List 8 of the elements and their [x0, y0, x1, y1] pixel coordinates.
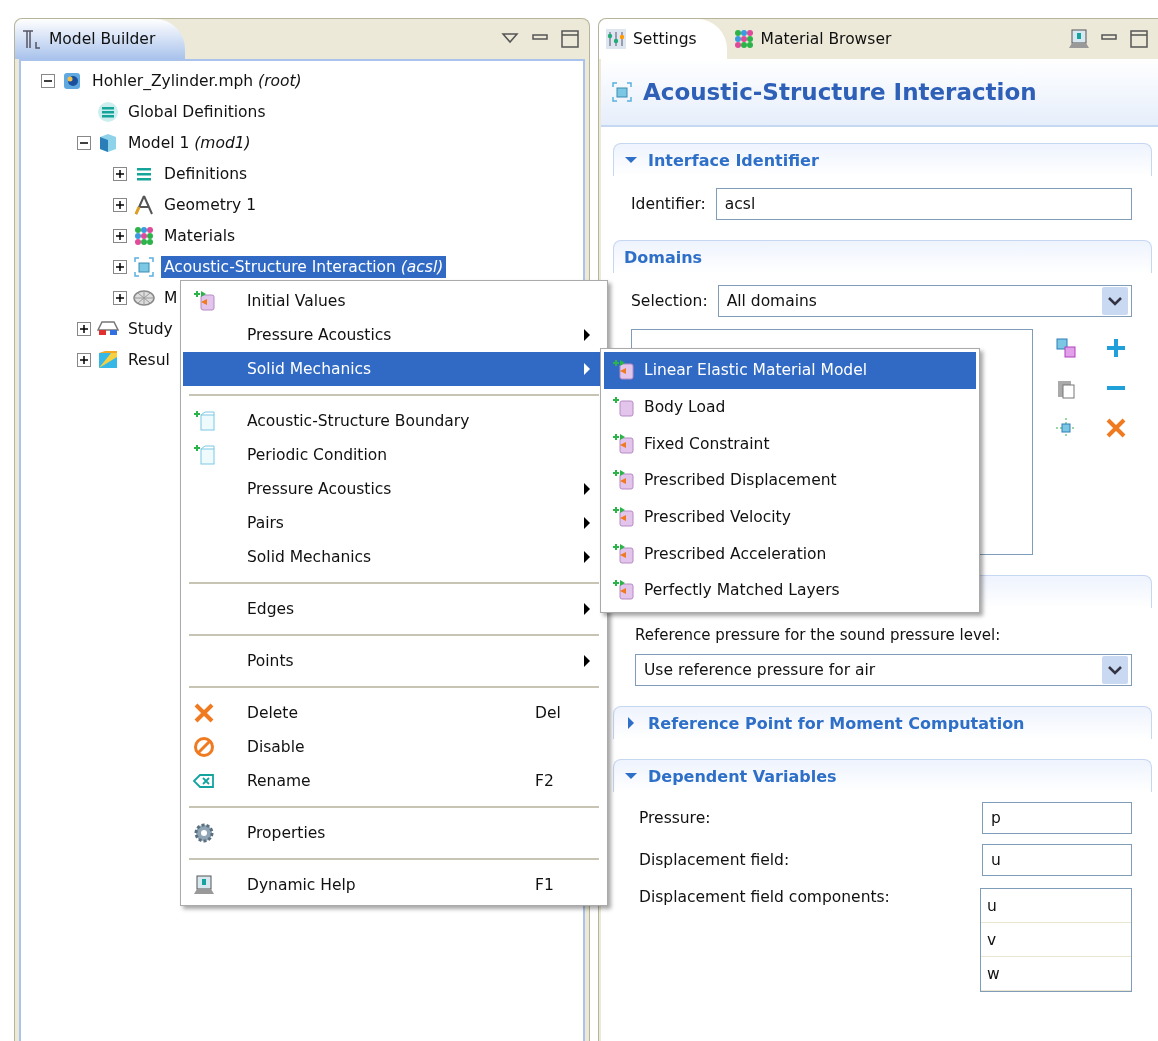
field-label: Displacement field components: [639, 888, 890, 906]
field-label: Displacement field: [639, 851, 790, 869]
field-label: Pressure: [639, 809, 711, 827]
field-label: Reference pressure for the sound pressure level: [635, 626, 1001, 644]
panel-title: Model Builder [49, 30, 156, 48]
settings-title: Acoustic-Structure Interaction [643, 79, 1037, 105]
field-label: Selection: [631, 292, 708, 310]
field-label: Identifier: [631, 195, 706, 213]
